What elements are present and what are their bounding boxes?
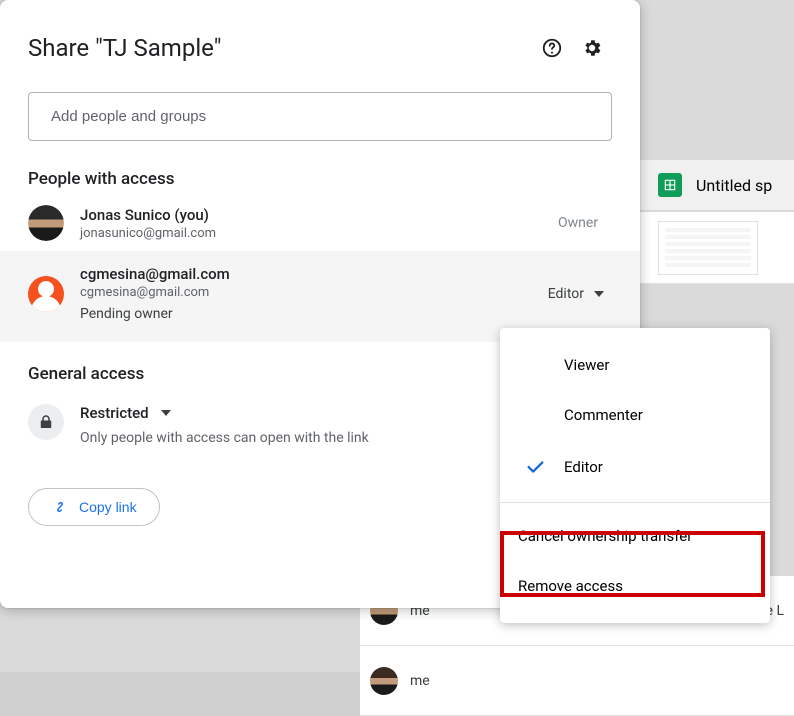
menu-separator	[500, 502, 770, 503]
avatar	[28, 276, 64, 312]
chevron-down-icon	[161, 410, 171, 416]
bg-row-2: me	[360, 646, 794, 716]
general-access-mode: Restricted	[80, 404, 149, 422]
role-dropdown[interactable]: Editor	[540, 280, 612, 308]
dialog-title: Share "TJ Sample"	[28, 34, 532, 62]
help-button[interactable]	[532, 28, 572, 68]
menu-item-label: Remove access	[518, 577, 623, 595]
person-name: cgmesina@gmail.com	[80, 265, 524, 283]
gear-icon	[581, 37, 603, 59]
check-icon	[524, 456, 564, 478]
sheets-icon	[658, 173, 682, 197]
menu-item-label: Editor	[564, 458, 603, 476]
bg-preview-row	[640, 212, 794, 284]
lock-icon	[37, 413, 55, 431]
role-menu: Viewer Commenter Editor Cancel ownership…	[500, 328, 770, 623]
avatar	[370, 667, 398, 695]
person-email: jonasunico@gmail.com	[80, 226, 542, 241]
person-name: Jonas Sunico (you)	[80, 206, 542, 224]
chevron-down-icon	[594, 291, 604, 297]
add-people-input[interactable]	[28, 92, 612, 141]
menu-item-remove[interactable]: Remove access	[500, 561, 770, 611]
menu-item-commenter[interactable]: Commenter	[500, 390, 770, 440]
menu-item-cancel-transfer[interactable]: Cancel ownership transfer	[500, 511, 770, 561]
avatar	[28, 205, 64, 241]
lock-circle	[28, 404, 64, 440]
bg-owner-label: me	[410, 673, 430, 689]
people-section-title: People with access	[0, 147, 640, 195]
copy-link-label: Copy link	[79, 499, 137, 515]
role-dropdown-label: Editor	[548, 286, 584, 302]
settings-button[interactable]	[572, 28, 612, 68]
bg-preview-thumb	[658, 221, 758, 275]
menu-item-label: Cancel ownership transfer	[518, 527, 692, 545]
menu-item-editor[interactable]: Editor	[500, 440, 770, 494]
person-email: cgmesina@gmail.com	[80, 285, 524, 300]
person-status: Pending owner	[80, 306, 524, 322]
dialog-header: Share "TJ Sample"	[0, 0, 640, 78]
copy-link-button[interactable]: Copy link	[28, 488, 160, 526]
menu-item-label: Viewer	[564, 356, 609, 374]
menu-item-label: Commenter	[564, 406, 643, 424]
bg-file-title: Untitled sp	[696, 176, 772, 195]
bg-file-header: Untitled sp	[640, 160, 794, 210]
person-row-owner: Jonas Sunico (you) jonasunico@gmail.com …	[0, 195, 640, 251]
help-icon	[541, 37, 563, 59]
person-info: Jonas Sunico (you) jonasunico@gmail.com	[80, 206, 542, 241]
link-icon	[51, 498, 69, 516]
menu-item-viewer[interactable]: Viewer	[500, 340, 770, 390]
person-info: cgmesina@gmail.com cgmesina@gmail.com Pe…	[80, 265, 524, 322]
add-people-row	[0, 78, 640, 147]
owner-role-label: Owner	[558, 215, 598, 231]
